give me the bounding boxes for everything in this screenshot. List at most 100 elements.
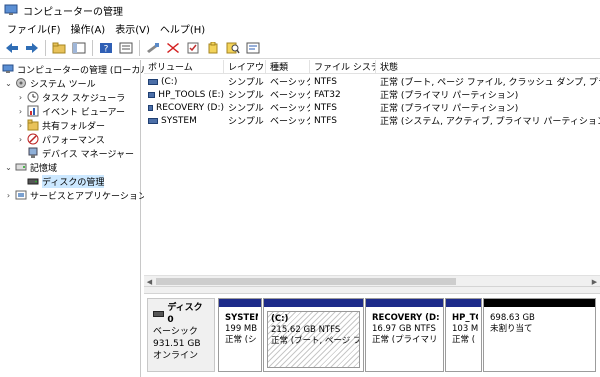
chevron-right-icon[interactable]: › <box>16 93 25 102</box>
connect-icon[interactable] <box>145 40 161 56</box>
status-cell: 正常 (ブート, ページ ファイル, クラッシュ ダンプ, プライマリ パーティ <box>380 78 600 88</box>
partition-bar <box>366 299 443 307</box>
tree-item-computer-management[interactable]: コンピューターの管理 (ローカル) <box>2 62 153 76</box>
type-cell: ベーシック <box>270 91 310 101</box>
partition-bar <box>219 299 261 307</box>
column-header-status[interactable]: 状態 <box>376 60 600 74</box>
partition-size: 103 MI <box>452 324 478 334</box>
forward-arrow-icon[interactable] <box>24 40 40 56</box>
tree-item-task-scheduler[interactable]: › タスク スケジューラ <box>16 90 125 104</box>
tree-item-performance[interactable]: › パフォーマンス <box>16 132 105 146</box>
volume-name: HP_TOOLS (E:) <box>158 89 224 100</box>
back-arrow-icon[interactable] <box>4 40 20 56</box>
check-icon[interactable] <box>185 40 201 56</box>
tree-item-services-apps[interactable]: › サービスとアプリケーション <box>4 188 147 202</box>
column-header-layout[interactable]: レイアウト <box>224 60 266 74</box>
type-cell: ベーシック <box>270 117 310 127</box>
clock-icon <box>27 91 39 103</box>
layout-cell: シンプル <box>228 78 264 88</box>
volume-cell: (C:) <box>144 75 224 88</box>
layout-cell: シンプル <box>228 104 264 114</box>
volume-icon <box>148 104 153 111</box>
partition-size: 215.62 GB NTFS <box>271 325 341 335</box>
partition-unallocated[interactable]: 698.63 GB 未割り当て <box>483 298 596 372</box>
tree-item-shared-folders[interactable]: › 共有フォルダー <box>16 118 105 132</box>
table-row[interactable]: (C:) シンプル ベーシック NTFS 正常 (ブート, ページ ファイル, … <box>144 75 600 88</box>
folder-icon[interactable] <box>205 40 221 56</box>
tree-label: イベント ビューアー <box>42 107 125 118</box>
column-header-type[interactable]: 種類 <box>266 60 310 74</box>
table-row[interactable]: SYSTEM シンプル ベーシック NTFS 正常 (システム, アクティブ, … <box>144 114 600 127</box>
status-cell: 正常 (プライマリ パーティション) <box>380 104 519 114</box>
tree-item-event-viewer[interactable]: › イベント ビューアー <box>16 104 125 118</box>
menu-file[interactable]: ファイル(F) <box>2 21 66 36</box>
partition-body: 698.63 GB 未割り当て <box>487 311 592 368</box>
device-manager-icon <box>27 147 39 159</box>
column-header-filesystem[interactable]: ファイル システム <box>310 60 376 74</box>
tools-icon <box>15 77 27 89</box>
console-tree-icon[interactable] <box>71 40 87 56</box>
layout-cell: シンプル <box>228 117 264 127</box>
help-icon[interactable]: ? <box>98 40 114 56</box>
chevron-right-icon[interactable]: › <box>16 121 25 130</box>
partition-c[interactable]: (C:) 215.62 GB NTFS 正常 (ブート, ページ ファイ <box>263 298 364 372</box>
partition-system[interactable]: SYSTEM 199 MB 正常 (シ <box>218 298 262 372</box>
chevron-down-icon[interactable]: ⌄ <box>4 79 13 88</box>
filesystem-cell: FAT32 <box>314 89 341 100</box>
volume-name: SYSTEM <box>161 115 197 126</box>
partition-body: SYSTEM 199 MB 正常 (シ <box>222 311 258 368</box>
menu-action[interactable]: 操作(A) <box>66 21 111 36</box>
table-row[interactable]: RECOVERY (D:) シンプル ベーシック NTFS 正常 (プライマリ … <box>144 101 600 114</box>
volume-name: RECOVERY (D:) <box>155 102 224 113</box>
tree-item-system-tools[interactable]: ⌄ システム ツール <box>4 76 96 90</box>
services-icon <box>15 189 27 201</box>
title-bar: コンピューターの管理 <box>0 0 600 20</box>
list-icon[interactable] <box>245 40 261 56</box>
properties-icon[interactable] <box>118 40 134 56</box>
partition-status: 正常 (シ <box>225 335 257 345</box>
up-folder-icon[interactable] <box>51 40 67 56</box>
partition-name: (C:) <box>271 314 289 324</box>
layout-cell: シンプル <box>228 91 264 101</box>
horizontal-scrollbar[interactable]: ◀ ▶ <box>144 275 600 286</box>
column-header-volume[interactable]: ボリューム <box>144 60 224 74</box>
tree-item-storage[interactable]: ⌄ 記憶域 <box>4 160 57 174</box>
shared-folder-icon <box>27 119 39 131</box>
partition-recovery[interactable]: RECOVERY (D:) 16.97 GB NTFS 正常 (プライマリ パ <box>365 298 444 372</box>
scrollbar-thumb[interactable] <box>156 278 456 285</box>
menu-view[interactable]: 表示(V) <box>110 21 155 36</box>
volume-cell: HP_TOOLS (E:) <box>144 88 224 101</box>
pane-splitter[interactable] <box>144 286 600 294</box>
status-cell: 正常 (プライマリ パーティション) <box>380 91 519 101</box>
disk-graphical-view: ディスク 0 ベーシック 931.51 GB オンライン SYSTEM 199 … <box>144 294 600 377</box>
disk-management-icon <box>27 175 39 187</box>
partition-name: RECOVERY (D:) <box>372 313 440 323</box>
table-row[interactable]: HP_TOOLS (E:) シンプル ベーシック FAT32 正常 (プライマリ… <box>144 88 600 101</box>
menu-help[interactable]: ヘルプ(H) <box>155 21 210 36</box>
chevron-right-icon[interactable]: › <box>4 191 13 200</box>
partition-status: 正常 (ブート, ページ ファイ <box>271 336 359 346</box>
event-viewer-icon <box>27 105 39 117</box>
status-cell: 正常 (システム, アクティブ, プライマリ パーティション) <box>380 117 600 127</box>
toolbar-separator <box>92 39 93 56</box>
partition-name: HP_TC <box>452 313 478 323</box>
computer-management-icon <box>2 63 14 75</box>
chevron-right-icon[interactable]: › <box>16 107 25 116</box>
toolbar-separator <box>45 39 46 56</box>
tree-label: パフォーマンス <box>42 135 105 146</box>
toolbar: ? <box>0 37 600 59</box>
partition-body: (C:) 215.62 GB NTFS 正常 (ブート, ページ ファイ <box>267 311 360 368</box>
search-icon[interactable] <box>225 40 241 56</box>
partition-hp-tools[interactable]: HP_TC 103 MI 正常 ( <box>445 298 482 372</box>
computer-management-icon <box>4 4 18 16</box>
menu-bar: ファイル(F) 操作(A) 表示(V) ヘルプ(H) <box>0 20 600 37</box>
disk-info[interactable]: ディスク 0 ベーシック 931.51 GB オンライン <box>147 298 215 372</box>
partition-status: 正常 ( <box>452 335 476 345</box>
chevron-right-icon[interactable]: › <box>16 135 25 144</box>
chevron-down-icon[interactable]: ⌄ <box>4 163 13 172</box>
disk-status: オンライン <box>153 351 199 361</box>
delete-icon[interactable] <box>165 40 181 56</box>
partition-size: 698.63 GB <box>490 313 535 323</box>
tree-item-device-manager[interactable]: デバイス マネージャー <box>27 146 134 160</box>
tree-item-disk-management[interactable]: ディスクの管理 <box>27 174 105 188</box>
